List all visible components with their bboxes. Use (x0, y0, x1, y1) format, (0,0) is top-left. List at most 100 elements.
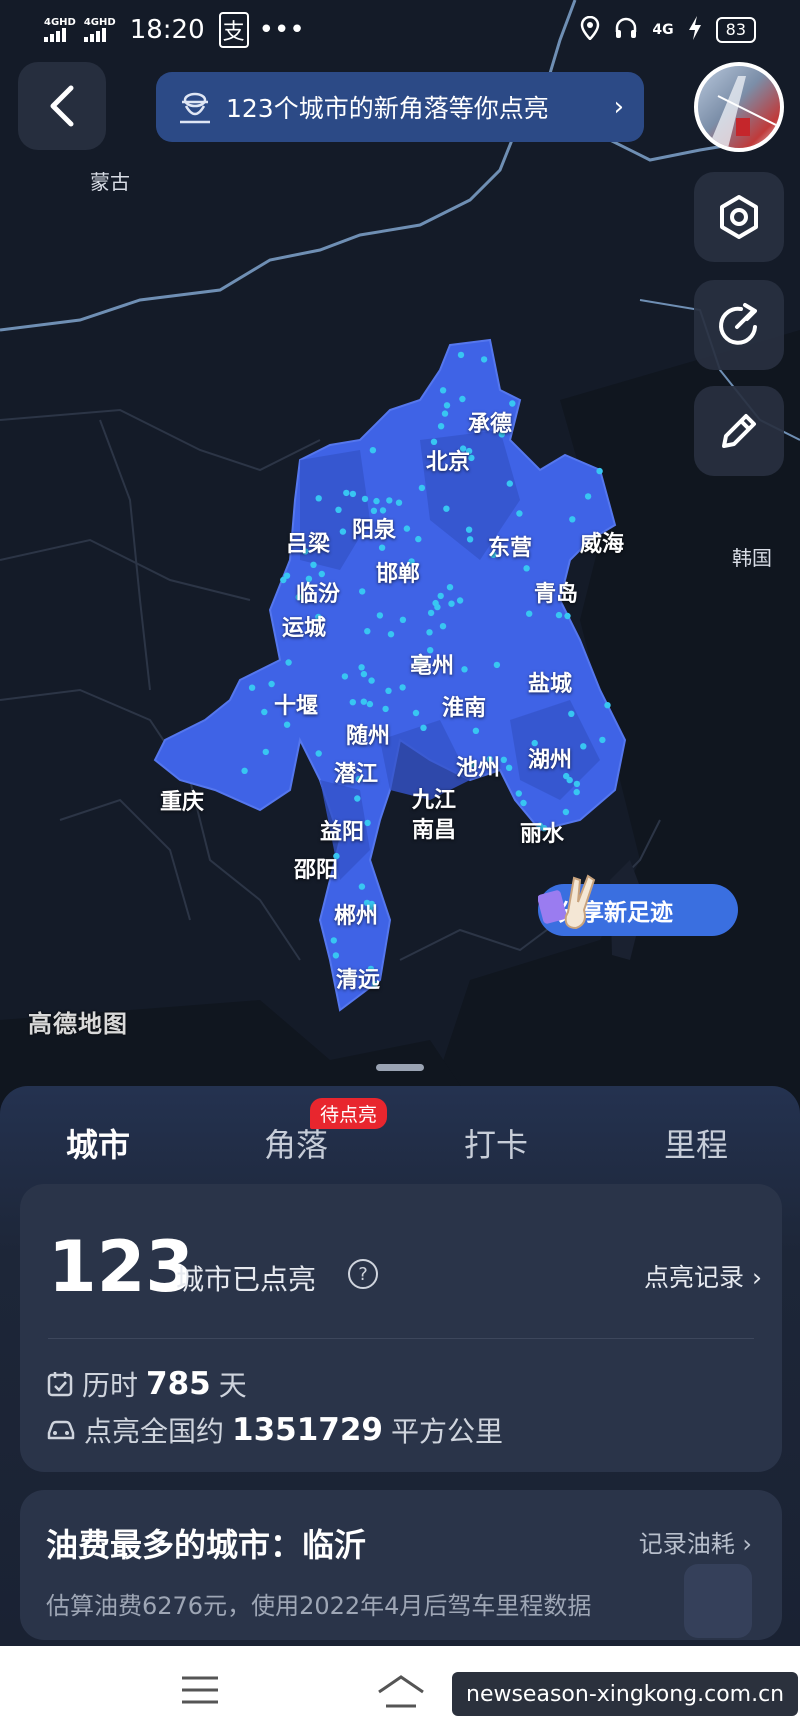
site-watermark: newseason-xingkong.com.cn (452, 1672, 799, 1716)
footprint-dot (395, 499, 403, 506)
tab-mileage[interactable]: 里程 (664, 1120, 728, 1166)
city-label: 丽水 (520, 822, 565, 847)
menu-icon[interactable] (180, 1674, 220, 1706)
battery-level: 83 (715, 17, 756, 43)
footprint-dot (420, 724, 427, 731)
status-bar: 4GHD 4GHD 18:20 支 ••• 4G 83 (0, 0, 800, 60)
area-value: 1351729 (232, 1412, 384, 1448)
footprint-dot (354, 795, 361, 802)
back-button[interactable] (18, 62, 106, 150)
footprint-dot (359, 588, 366, 595)
footprint-dot (569, 516, 576, 523)
tab-cities[interactable]: 城市 (66, 1120, 130, 1166)
footprint-dot (459, 395, 466, 403)
city-label: 东营 (488, 536, 533, 561)
chevron-left-icon (50, 85, 74, 127)
footprint-dot (315, 750, 322, 757)
footprint-dot (368, 677, 375, 684)
city-label: 承德 (468, 412, 513, 437)
alipay-icon: 支 (218, 12, 249, 48)
city-label: 邵阳 (294, 858, 339, 883)
footprint-dot (369, 447, 377, 454)
edit-button[interactable] (694, 386, 784, 476)
footprint-dot (596, 467, 603, 475)
footprint-dot (387, 631, 395, 638)
footprint-dot (360, 698, 367, 705)
avatar[interactable] (694, 62, 784, 152)
share-footprint-button[interactable]: 分享新足迹 (538, 874, 738, 936)
city-label: 邯郸 (376, 562, 421, 587)
footprint-dot (358, 883, 366, 890)
footprint-dot (500, 756, 507, 763)
signal-indicator: 4GHD (44, 18, 76, 42)
footprint-dot (315, 495, 322, 502)
footprint-dot (366, 700, 374, 708)
lit-city-count: 123 (48, 1226, 195, 1308)
footprint-dot (330, 937, 337, 944)
footprint-dot (261, 708, 268, 716)
city-label: 潜江 (334, 762, 379, 787)
footprint-dot (361, 495, 369, 503)
pencil-icon (722, 414, 756, 448)
city-label: 亳州 (410, 654, 455, 679)
lighting-record-link[interactable]: 点亮记录 › (644, 1258, 762, 1294)
footprint-dot (584, 493, 592, 500)
chevron-right-icon: › (613, 92, 624, 122)
footprint-dot (506, 480, 513, 487)
city-label: 池州 (456, 756, 501, 781)
footprint-dot (426, 629, 433, 636)
footprint-dot (332, 952, 340, 959)
footprint-dot (373, 497, 380, 505)
footprint-dot (573, 788, 580, 796)
city-label: 郴州 (334, 904, 379, 929)
drag-handle[interactable] (376, 1064, 424, 1071)
city-label: 湖州 (528, 748, 573, 773)
pending-badge: 待点亮 (310, 1098, 388, 1129)
help-icon[interactable]: ? (348, 1259, 378, 1289)
charging-icon (688, 15, 702, 45)
footprint-dot (376, 612, 384, 619)
footprint-dot (412, 709, 420, 717)
chevron-right-icon: › (752, 1263, 762, 1292)
new-corners-banner[interactable]: 123个城市的新角落等你点亮 › (156, 72, 644, 142)
clock: 18:20 (129, 15, 205, 45)
city-label: 吕梁 (286, 532, 331, 557)
city-label: 九江 (412, 788, 457, 813)
footprint-dot (555, 611, 563, 619)
settings-button[interactable] (694, 172, 784, 262)
city-summary-card: 123 城市已点亮 ? 点亮记录 › 历时 785 天 点亮全国约 135172… (20, 1184, 782, 1472)
footprint-dot (443, 505, 450, 512)
location-icon (580, 15, 600, 45)
footprint-dot (505, 764, 513, 771)
city-label: 淮南 (442, 696, 487, 721)
network-type: 4G (652, 22, 674, 38)
footprint-dot (427, 609, 435, 617)
tab-checkin[interactable]: 打卡 (464, 1120, 528, 1166)
city-label: 重庆 (160, 790, 205, 815)
duration-unit: 天 (218, 1369, 247, 1402)
signal-indicator: 4GHD (83, 18, 116, 42)
map-view[interactable]: 蒙古 韩国 承德 北京 吕梁 阳泉 邯郸 东营 威海 临汾 青岛 运城 亳州 盐… (0, 0, 800, 1100)
share-button[interactable] (694, 280, 784, 370)
home-icon[interactable] (376, 1674, 426, 1710)
city-label: 益阳 (320, 820, 365, 845)
footprint-dot (441, 410, 449, 417)
divider (48, 1338, 754, 1339)
footprint-dot (248, 684, 256, 691)
record-fuel-link[interactable]: 记录油耗 › (639, 1524, 752, 1559)
duration-value: 785 (146, 1366, 211, 1402)
calendar-check-icon (47, 1372, 73, 1397)
fuel-card[interactable]: 油费最多的城市：临沂 记录油耗 › 估算油费6276元，使用2022年4月后驾车… (20, 1490, 782, 1640)
footprint-dot (364, 819, 371, 827)
footprint-dot (568, 710, 575, 717)
footprint-dot (515, 790, 522, 797)
country-label-korea: 韩国 (732, 546, 772, 570)
fuel-pump-icon (684, 1564, 752, 1638)
share-arrow-icon (719, 303, 757, 345)
city-label: 北京 (426, 450, 471, 475)
footprint-dot (341, 673, 349, 680)
city-label: 阳泉 (352, 518, 397, 543)
city-label: 清远 (336, 968, 381, 993)
footprint-dot (386, 497, 393, 504)
footprint-dot (285, 659, 292, 666)
